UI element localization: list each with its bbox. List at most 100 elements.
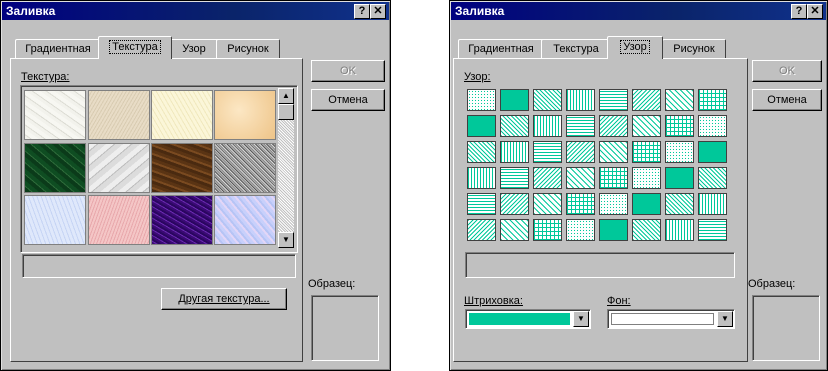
texture-beige-paper[interactable] <box>88 90 150 140</box>
pattern-swatch[interactable] <box>632 167 661 189</box>
sample-label: Образец: <box>308 278 356 290</box>
texture-name-field <box>22 254 296 278</box>
texture-white-gray-marble[interactable] <box>88 143 150 193</box>
ok-button[interactable]: OK <box>752 60 822 82</box>
pattern-swatch[interactable] <box>632 89 661 111</box>
help-icon[interactable]: ? <box>354 4 370 19</box>
pattern-swatch[interactable] <box>698 89 727 111</box>
pattern-swatch[interactable] <box>533 167 562 189</box>
other-texture-button[interactable]: Другая текстура... <box>161 288 287 310</box>
pattern-swatch[interactable] <box>599 193 628 215</box>
scroll-down-icon[interactable]: ▼ <box>278 232 294 248</box>
pattern-swatch[interactable] <box>665 115 694 137</box>
pattern-swatch[interactable] <box>566 167 595 189</box>
pattern-swatch[interactable] <box>467 89 496 111</box>
chevron-down-icon[interactable]: ▼ <box>717 311 733 327</box>
tab-gradient[interactable]: Градиентная <box>458 39 544 58</box>
pattern-swatch[interactable] <box>665 167 694 189</box>
ok-button[interactable]: OK <box>311 60 385 82</box>
pattern-swatch[interactable] <box>599 89 628 111</box>
chevron-down-icon[interactable]: ▼ <box>573 311 589 327</box>
button-label: Отмена <box>328 94 368 106</box>
pattern-swatch[interactable] <box>632 219 661 241</box>
pattern-swatch[interactable] <box>533 141 562 163</box>
close-icon[interactable]: ✕ <box>807 4 823 19</box>
hatch-color-swatch <box>469 313 570 325</box>
pattern-swatch[interactable] <box>500 167 529 189</box>
tab-texture[interactable]: Текстура <box>98 36 172 59</box>
pattern-swatch[interactable] <box>665 219 694 241</box>
cancel-button[interactable]: Отмена <box>752 89 822 111</box>
hatch-color-select[interactable]: ▼ <box>465 309 591 329</box>
pattern-swatch[interactable] <box>599 141 628 163</box>
button-label: OK <box>779 65 795 77</box>
pattern-swatch[interactable] <box>665 193 694 215</box>
pattern-swatch[interactable] <box>698 193 727 215</box>
tab-picture[interactable]: Рисунок <box>662 39 726 58</box>
tab-pattern[interactable]: Узор <box>169 39 219 58</box>
texture-granite[interactable] <box>214 143 276 193</box>
pattern-swatch[interactable] <box>599 219 628 241</box>
pattern-swatch[interactable] <box>467 193 496 215</box>
pattern-name-field <box>465 252 735 278</box>
pattern-swatch[interactable] <box>698 115 727 137</box>
background-color-select[interactable]: ▼ <box>607 309 735 329</box>
tab-gradient[interactable]: Градиентная <box>15 39 101 58</box>
texture-cream-paper[interactable] <box>151 90 213 140</box>
pattern-swatch[interactable] <box>566 89 595 111</box>
texture-white-marble[interactable] <box>24 90 86 140</box>
help-icon[interactable]: ? <box>791 4 807 19</box>
pattern-swatch[interactable] <box>632 193 661 215</box>
pattern-swatch[interactable] <box>500 219 529 241</box>
pattern-swatch[interactable] <box>566 193 595 215</box>
close-icon[interactable]: ✕ <box>370 4 386 19</box>
tab-label: Рисунок <box>673 43 715 55</box>
section-label: Текстура: <box>21 71 70 83</box>
pattern-swatch[interactable] <box>566 141 595 163</box>
texture-brown-wood[interactable] <box>151 143 213 193</box>
pattern-swatch[interactable] <box>599 167 628 189</box>
tab-texture[interactable]: Текстура <box>541 39 611 58</box>
pattern-swatch[interactable] <box>467 219 496 241</box>
pattern-swatch[interactable] <box>566 115 595 137</box>
pattern-swatch[interactable] <box>632 115 661 137</box>
texture-green-marble[interactable] <box>24 143 86 193</box>
fill-dialog-texture: Заливка ? ✕ Градиентная Текстура Узор Ри… <box>0 0 391 371</box>
background-color-swatch <box>611 313 714 325</box>
texture-purple-mesh[interactable] <box>151 195 213 245</box>
pattern-swatch[interactable] <box>467 167 496 189</box>
pattern-swatch[interactable] <box>467 115 496 137</box>
texture-peach-parchment[interactable] <box>214 90 276 140</box>
pattern-swatch[interactable] <box>533 219 562 241</box>
texture-pink-tissue[interactable] <box>88 195 150 245</box>
pattern-swatch[interactable] <box>533 193 562 215</box>
pattern-swatch[interactable] <box>500 193 529 215</box>
tab-label: Градиентная <box>25 43 91 55</box>
pattern-swatch[interactable] <box>698 219 727 241</box>
title-bar: Заливка ? ✕ <box>451 2 826 20</box>
pattern-swatch[interactable] <box>500 141 529 163</box>
pattern-swatch[interactable] <box>665 141 694 163</box>
pattern-swatch[interactable] <box>632 141 661 163</box>
cancel-button[interactable]: Отмена <box>311 89 385 111</box>
tab-picture[interactable]: Рисунок <box>216 39 280 58</box>
pattern-swatch[interactable] <box>698 167 727 189</box>
pattern-swatch[interactable] <box>566 219 595 241</box>
texture-light-blue-mosaic[interactable] <box>214 195 276 245</box>
pattern-swatch[interactable] <box>698 141 727 163</box>
pattern-swatch[interactable] <box>599 115 628 137</box>
section-label: Узор: <box>464 71 491 83</box>
pattern-swatch[interactable] <box>533 115 562 137</box>
sample-preview <box>752 295 820 361</box>
pattern-swatch[interactable] <box>665 89 694 111</box>
pattern-swatch[interactable] <box>533 89 562 111</box>
scroll-up-icon[interactable]: ▲ <box>278 88 294 104</box>
pattern-swatch[interactable] <box>500 89 529 111</box>
pattern-swatch[interactable] <box>467 141 496 163</box>
hatch-label: Штриховка: <box>464 295 523 307</box>
tab-label: Узор <box>182 43 206 55</box>
scroll-thumb[interactable] <box>278 104 294 120</box>
tab-pattern[interactable]: Узор <box>607 36 663 59</box>
texture-blue-tissue[interactable] <box>24 195 86 245</box>
pattern-swatch[interactable] <box>500 115 529 137</box>
